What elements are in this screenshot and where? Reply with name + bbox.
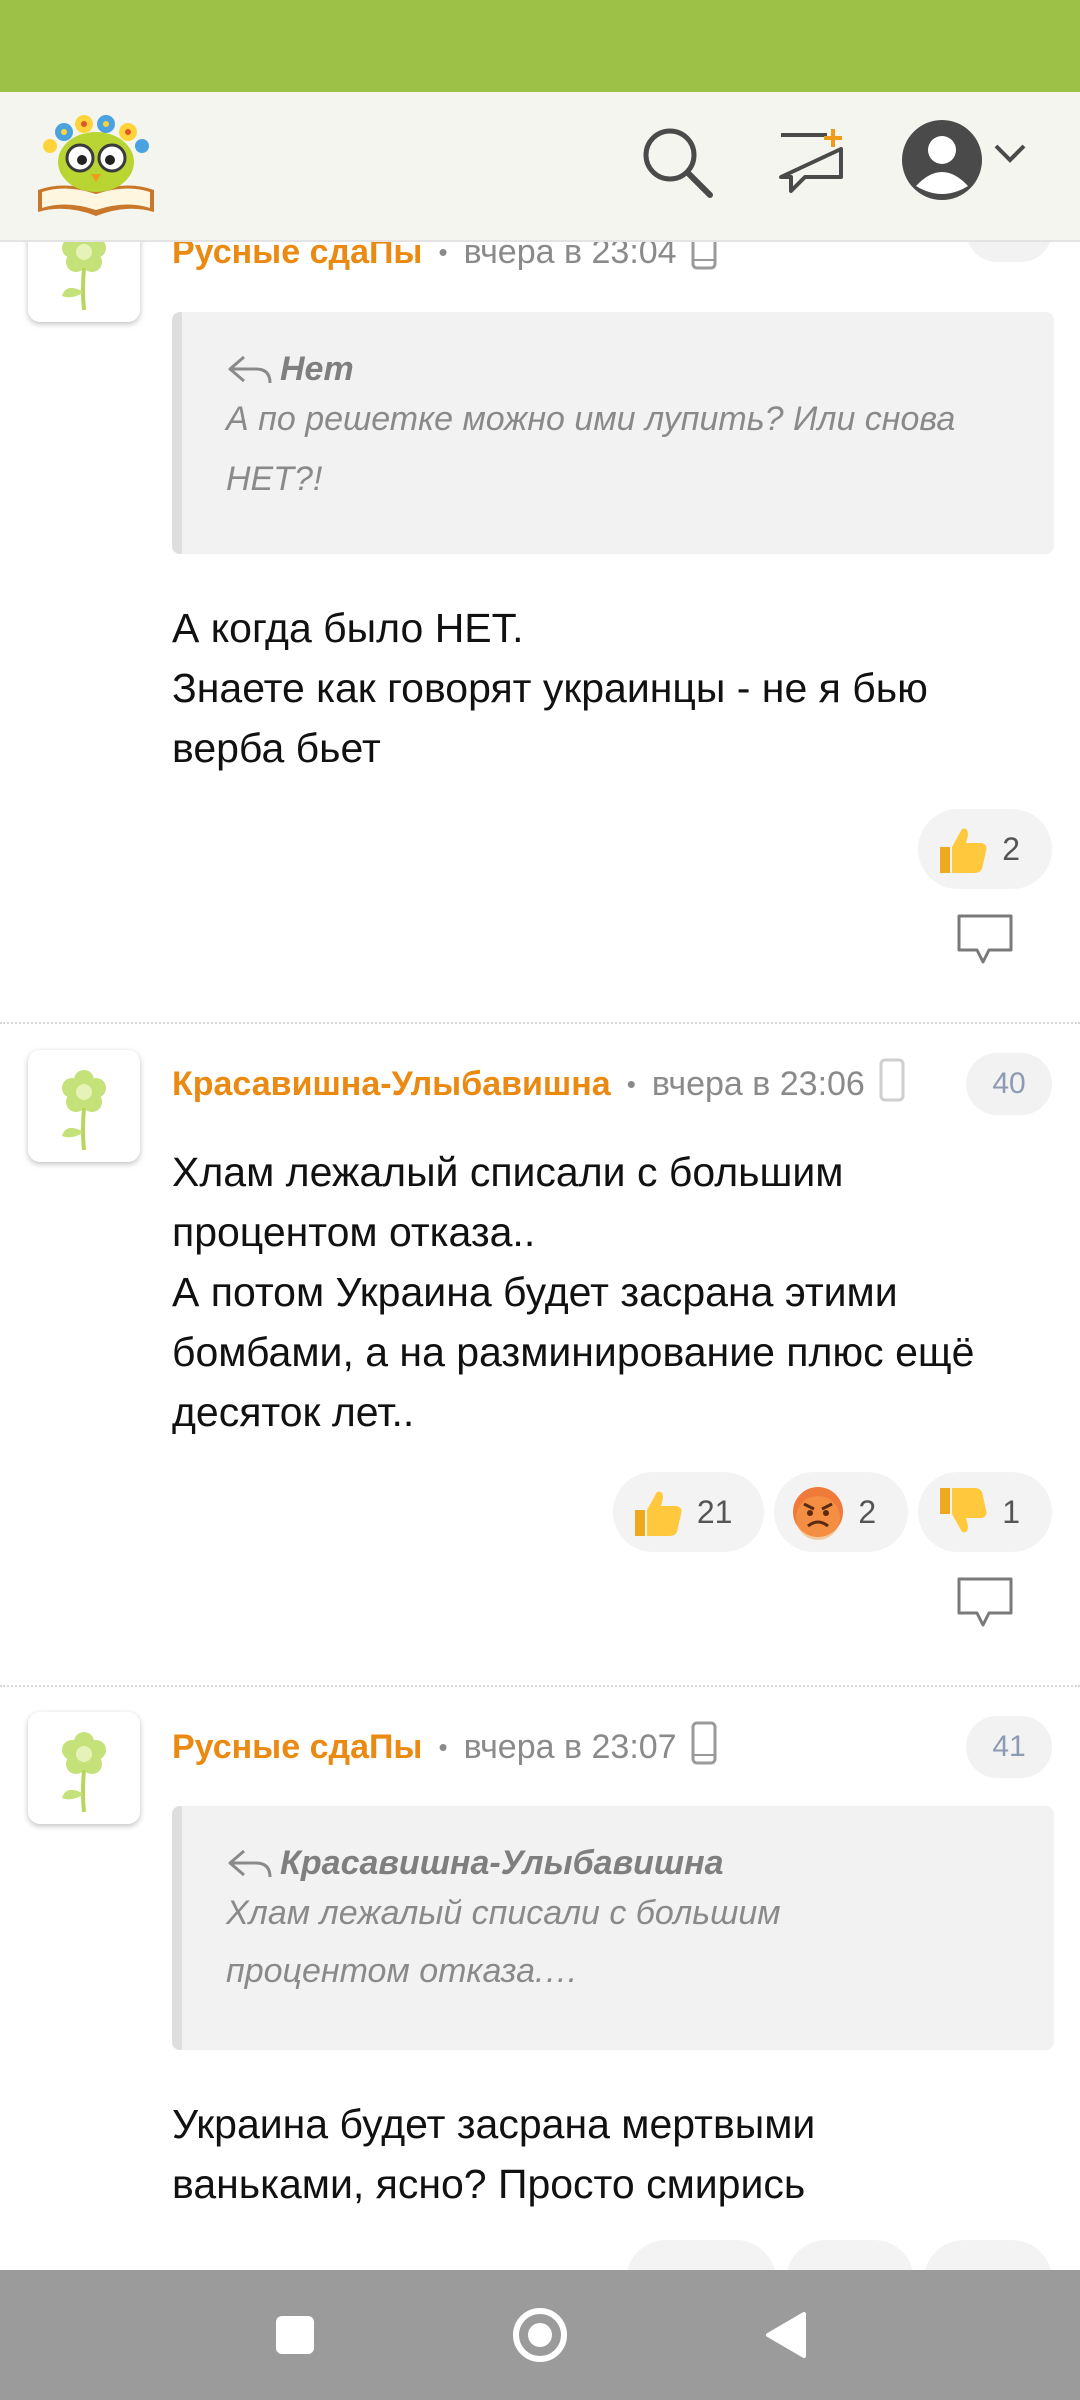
comment-time: вчера в 23:04 (463, 242, 677, 271)
reply-icon[interactable] (955, 912, 1015, 971)
comment-meta: Русные сдаПы • вчера в 23:04 (172, 242, 717, 274)
comment-divider (0, 1685, 1080, 1687)
flower-avatar-icon[interactable] (28, 1050, 140, 1162)
flower-avatar-icon[interactable] (28, 1712, 140, 1824)
mobile-device-icon (879, 1058, 905, 1111)
mobile-device-icon (691, 242, 717, 279)
comment-number-badge[interactable]: 39 (966, 242, 1052, 262)
reaction-partial[interactable] (626, 2240, 776, 2270)
author-name[interactable]: Русные сдаПы (172, 1728, 422, 1767)
status-bar (0, 0, 1080, 92)
user-avatar-icon[interactable] (900, 118, 984, 202)
comment-time: вчера в 23:07 (463, 1727, 677, 1766)
reaction-thumbs-down[interactable]: 1 (918, 1472, 1052, 1552)
quote-text: А по решетке можно ими лупить? Или снова… (226, 400, 956, 498)
reply-icon[interactable] (955, 1575, 1015, 1634)
mobile-device-icon (691, 1721, 717, 1774)
triangle-back-icon[interactable] (740, 2270, 830, 2400)
app-header (0, 92, 1080, 242)
author-name[interactable]: Русные сдаПы (172, 242, 422, 272)
quote-author: Нет (226, 350, 1010, 389)
square-icon[interactable] (250, 2270, 340, 2400)
thumbs-up-icon (634, 1491, 682, 1536)
reactions-bar (626, 2240, 1052, 2270)
comment-number-badge[interactable]: 40 (966, 1053, 1052, 1115)
quote-text: процентом отказа.… (226, 1952, 579, 1990)
thumbs-down-icon (940, 1488, 987, 1533)
separator-dot: • (438, 1731, 448, 1762)
separator-dot: • (438, 242, 448, 267)
comment-number-badge[interactable]: 41 (966, 1716, 1052, 1778)
chevron-down-icon[interactable] (992, 142, 1028, 171)
quote-author: Красавишна-Улыбавишна (226, 1844, 1010, 1883)
separator-dot: • (626, 1068, 636, 1099)
circle-icon[interactable] (500, 2270, 580, 2400)
comment-divider (0, 1022, 1080, 1024)
reaction-thumbs-up[interactable]: 21 (612, 1472, 765, 1552)
owl-book-logo[interactable] (34, 110, 158, 222)
comment-text: А когда было НЕТ. Знаете как говорят укр… (172, 605, 928, 771)
comment-text: Украина будет засрана мертвыми ваньками,… (172, 2101, 816, 2207)
chat-add-icon[interactable] (775, 125, 851, 206)
comment-time: вчера в 23:06 (651, 1064, 865, 1103)
reply-arrow-icon (228, 1849, 272, 1877)
reaction-partial[interactable] (924, 2240, 1052, 2270)
author-name[interactable]: Красавишна-Улыбавишна (172, 1065, 611, 1104)
reaction-angry[interactable]: 2 (774, 1472, 909, 1552)
quote-block: Красавишна-Улыбавишна Хлам лежалый списа… (172, 1806, 1054, 2050)
reply-arrow-icon (228, 355, 272, 383)
system-nav-bar (0, 2270, 1080, 2400)
reactions-bar: 2 (918, 809, 1052, 889)
comments-feed: Русные сдаПы • вчера в 23:04 39 Нет А по… (0, 242, 1080, 2270)
reactions-bar: 21 2 1 (612, 1472, 1052, 1552)
reaction-partial[interactable] (786, 2240, 914, 2270)
flower-avatar-icon[interactable] (28, 242, 140, 322)
search-icon[interactable] (640, 125, 716, 206)
thumbs-up-icon (940, 828, 987, 873)
comment-meta: Русные сдаПы • вчера в 23:07 (172, 1721, 717, 1769)
comment-text: Хлам лежалый списали с большим процентом… (172, 1149, 975, 1435)
quote-block: Нет А по решетке можно ими лупить? Или с… (172, 312, 1054, 554)
comment-meta: Красавишна-Улыбавишна • вчера в 23:06 (172, 1058, 905, 1106)
quote-text: Хлам лежалый списали с большим (226, 1894, 781, 1932)
reaction-thumbs-up[interactable]: 2 (918, 809, 1052, 889)
angry-face-icon (793, 1487, 844, 1540)
